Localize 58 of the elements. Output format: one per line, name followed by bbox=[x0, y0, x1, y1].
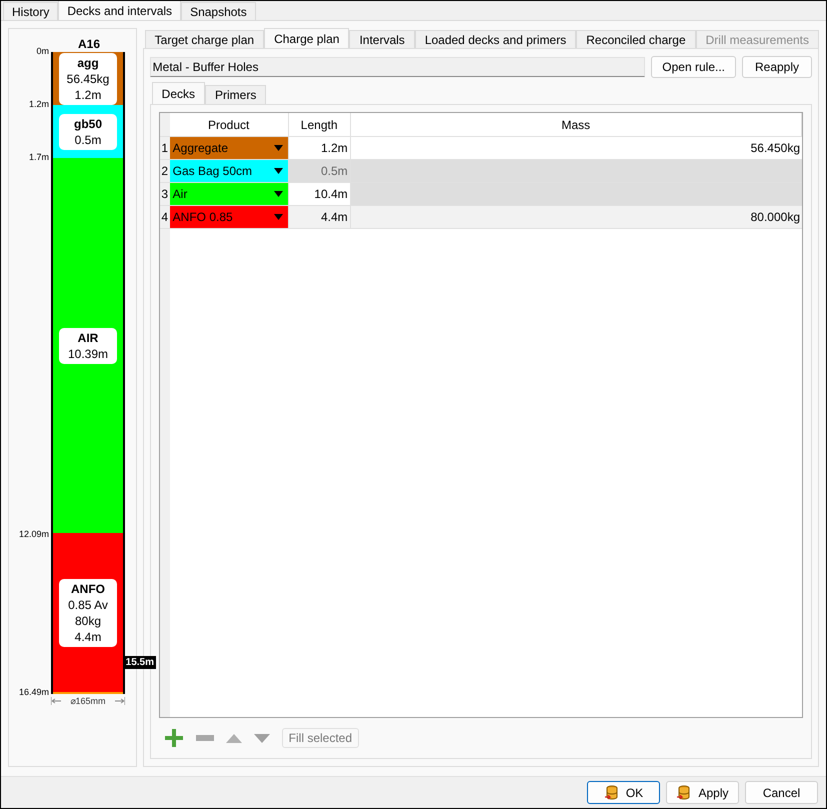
dialog-button[interactable]: OK bbox=[587, 781, 660, 804]
tab[interactable]: Target charge plan bbox=[144, 30, 264, 48]
hole-title: A16 bbox=[76, 36, 101, 52]
dropdown-arrow-icon bbox=[274, 145, 283, 151]
segment-name: agg bbox=[77, 54, 99, 70]
segment-value: 0.85 Av bbox=[68, 596, 108, 613]
database-icon bbox=[604, 784, 620, 800]
tab[interactable]: Loaded decks and primers bbox=[414, 30, 576, 48]
tab[interactable]: Snapshots bbox=[181, 2, 256, 20]
column-header[interactable]: Product bbox=[170, 113, 289, 136]
diameter-label: ⌀165mm bbox=[70, 696, 106, 706]
table-cell[interactable]: 1.2m bbox=[288, 137, 351, 159]
tab[interactable]: Decks and intervals bbox=[58, 1, 182, 20]
segment-name: gb50 bbox=[74, 116, 102, 132]
column-header[interactable]: Length bbox=[288, 113, 351, 136]
tab[interactable]: History bbox=[3, 2, 58, 20]
depth-label: 12.09m bbox=[18, 528, 49, 540]
rule-button[interactable]: Reapply bbox=[742, 56, 812, 78]
dimension-arrow-icon bbox=[51, 697, 61, 705]
tab[interactable]: Intervals bbox=[349, 30, 415, 48]
dropdown-arrow-icon bbox=[274, 168, 283, 174]
product-dropdown[interactable]: ANFO 0.85 bbox=[170, 206, 289, 228]
move-up-icon[interactable] bbox=[226, 734, 242, 742]
segment-value: 1.2m bbox=[74, 86, 102, 102]
product-dropdown[interactable]: Aggregate bbox=[170, 137, 289, 159]
dropdown-arrow-icon bbox=[274, 214, 283, 220]
table-cell[interactable]: 56.450kg bbox=[350, 137, 802, 159]
tab[interactable]: Charge plan bbox=[264, 28, 350, 48]
depth-label: 1.7m bbox=[28, 152, 49, 163]
segment-value: 80kg bbox=[74, 612, 102, 629]
dimension-arrow-icon bbox=[114, 697, 125, 705]
dialog-button[interactable]: Apply bbox=[666, 781, 739, 804]
remove-icon[interactable] bbox=[196, 735, 214, 741]
depth-marker: 15.5m bbox=[124, 656, 156, 670]
depth-label: 16.49m bbox=[18, 687, 49, 698]
tab[interactable]: Reconciled charge bbox=[576, 30, 696, 48]
move-down-icon[interactable] bbox=[254, 734, 270, 742]
dialog-button[interactable]: Cancel bbox=[745, 781, 818, 804]
depth-label: 1.2m bbox=[28, 99, 49, 110]
add-icon[interactable] bbox=[164, 728, 184, 748]
table-cell[interactable]: 80.000kg bbox=[350, 206, 802, 228]
dropdown-arrow-icon bbox=[274, 191, 283, 197]
database-icon bbox=[676, 784, 692, 800]
segment-value: 0.5m bbox=[74, 132, 102, 148]
column-header[interactable]: Mass bbox=[350, 113, 802, 136]
segment-value: 10.39m bbox=[68, 346, 108, 362]
segment-name: ANFO bbox=[71, 580, 105, 597]
segment-name: AIR bbox=[78, 330, 98, 346]
depth-label: 0m bbox=[36, 46, 49, 57]
segment-value: 4.4m bbox=[74, 628, 102, 645]
tab[interactable]: Primers bbox=[205, 85, 266, 104]
rule-field[interactable]: Metal - Buffer Holes bbox=[150, 57, 646, 77]
table-cell[interactable]: 4.4m bbox=[288, 206, 351, 228]
product-dropdown[interactable]: Air bbox=[170, 183, 289, 205]
product-dropdown[interactable]: Gas Bag 50cm bbox=[170, 160, 289, 182]
tab[interactable]: Decks bbox=[152, 82, 205, 104]
segment-value: 56.45kg bbox=[66, 70, 110, 86]
rule-button[interactable]: Open rule... bbox=[651, 56, 736, 78]
